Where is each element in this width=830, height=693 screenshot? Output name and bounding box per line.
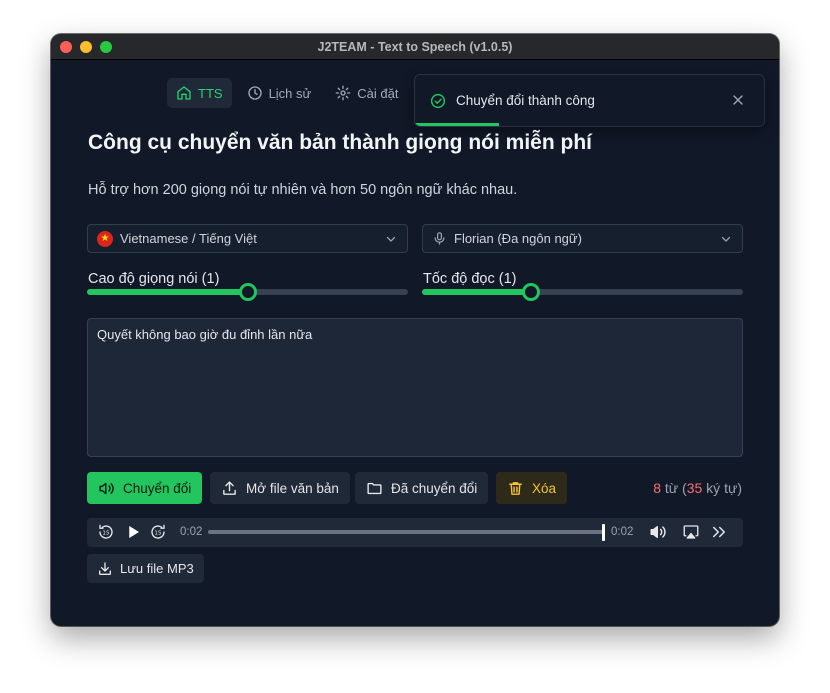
delete-button[interactable]: Xóa [496,472,568,504]
folder-icon [367,482,382,494]
voice-select-value: Florian (Đa ngôn ngữ) [454,231,582,246]
word-char-counter: 8 từ (35 ký tự) [653,480,742,496]
clock-icon [247,86,262,100]
language-select[interactable]: ★ Vietnamese / Tiếng Việt [87,224,408,253]
chevrons-right-icon[interactable] [710,523,728,541]
toast-close-icon[interactable] [730,92,746,108]
app-window: J2TEAM - Text to Speech (v1.0.5) TTS Lịc… [51,34,779,626]
minimize-window-button[interactable] [80,41,92,53]
speaker-icon [99,482,114,494]
nav-tts[interactable]: TTS [167,78,232,108]
open-file-button-label: Mở file văn bản [246,480,339,496]
toast-progress-bar [415,123,499,126]
duration: 0:02 [611,526,634,538]
gear-icon [335,85,351,101]
speed-label: Tốc độ đọc (1) [423,271,517,287]
airplay-icon[interactable] [682,523,700,541]
seek-bar[interactable] [208,530,604,534]
converted-button-label: Đã chuyển đổi [391,480,478,496]
audio-player: 15 15 0:02 0:02 [87,518,743,547]
word-count-label: từ ( [661,480,687,496]
seek-thumb[interactable] [602,524,605,541]
voice-select[interactable]: Florian (Đa ngôn ngữ) [422,224,743,253]
vietnam-flag-icon: ★ [97,230,113,247]
home-icon [177,86,191,100]
toast-message: Chuyển đổi thành công [456,93,595,108]
nav-settings-label: Cài đặt [357,85,399,101]
pitch-label: Cao độ giọng nói (1) [88,271,220,287]
save-mp3-button[interactable]: Lưu file MP3 [87,554,204,583]
page-title: Công cụ chuyển văn bản thành giọng nói m… [88,131,592,154]
nav-history-label: Lịch sử [268,85,312,101]
check-circle-icon [430,93,446,108]
microphone-icon [434,232,445,245]
current-time: 0:02 [180,526,203,538]
top-nav: TTS Lịch sử Cài đặt [167,78,407,108]
save-mp3-button-label: Lưu file MP3 [120,561,194,576]
convert-button-label: Chuyển đổi [123,480,192,496]
volume-icon[interactable] [649,523,667,541]
nav-history[interactable]: Lịch sử [238,78,321,108]
maximize-window-button[interactable] [100,41,112,53]
text-input[interactable]: Quyết không bao giờ đu đỉnh lần nữa [87,318,743,457]
word-count: 8 [653,480,662,496]
speed-slider[interactable] [422,283,743,301]
window-title: J2TEAM - Text to Speech (v1.0.5) [317,39,513,54]
nav-tts-label: TTS [198,85,223,101]
trash-icon [509,481,522,495]
upload-icon [223,480,236,495]
chevron-down-icon [721,236,731,242]
char-count: 35 [686,480,703,496]
chevron-down-icon [386,236,396,242]
download-icon [99,561,111,575]
window-controls [60,41,112,53]
page-subtitle: Hỗ trợ hơn 200 giọng nói tự nhiên và hơn… [88,182,518,198]
svg-text:15: 15 [154,531,162,537]
pitch-slider-fill [87,289,248,295]
pitch-slider-thumb[interactable] [238,283,257,301]
close-window-button[interactable] [60,41,72,53]
play-icon[interactable] [124,523,142,541]
svg-text:15: 15 [102,531,110,537]
language-select-value: Vietnamese / Tiếng Việt [120,231,257,246]
success-toast: Chuyển đổi thành công [414,74,765,127]
title-bar: J2TEAM - Text to Speech (v1.0.5) [51,34,779,60]
speed-slider-thumb[interactable] [522,283,541,301]
convert-button[interactable]: Chuyển đổi [87,472,203,504]
converted-button[interactable]: Đã chuyển đổi [355,472,489,504]
char-count-label: ký tự) [702,480,742,496]
pitch-slider[interactable] [87,283,408,301]
rewind-15-icon[interactable]: 15 [97,523,115,541]
open-file-button[interactable]: Mở file văn bản [210,472,350,504]
nav-settings[interactable]: Cài đặt [326,78,407,108]
delete-button-label: Xóa [532,480,557,496]
forward-15-icon[interactable]: 15 [149,523,167,541]
speed-slider-fill [422,289,532,295]
